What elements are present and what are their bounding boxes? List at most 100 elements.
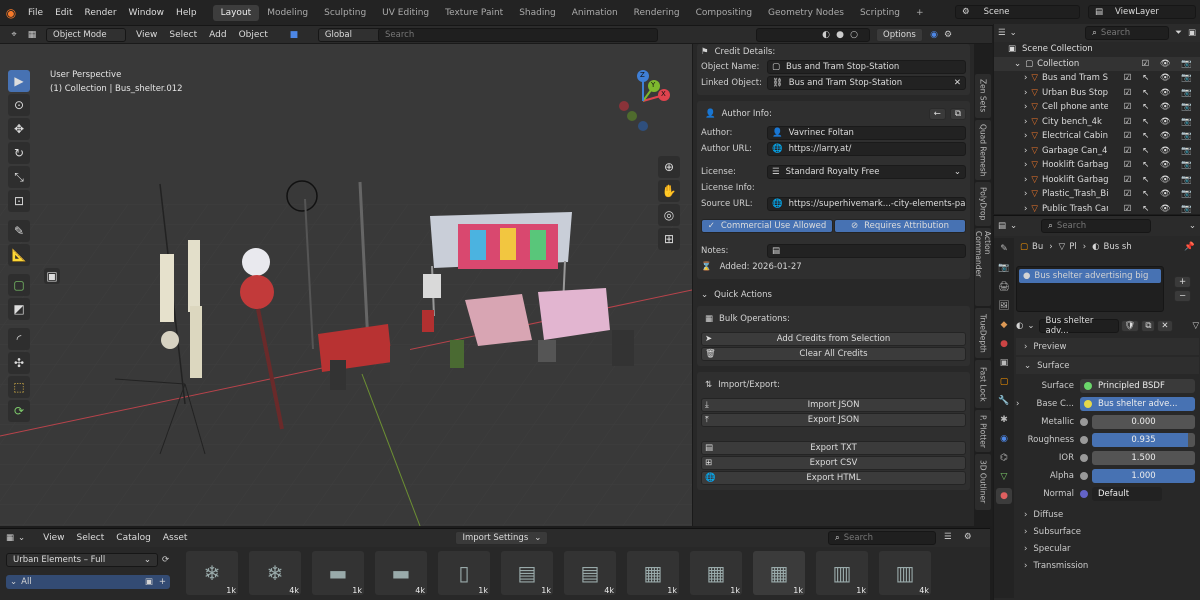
catalog-add-icon[interactable]: + (159, 577, 166, 587)
asset-thumbnail[interactable]: ▤ 1k (501, 551, 553, 595)
tab-layout[interactable]: Layout (212, 4, 260, 21)
tab-texture-paint[interactable]: Texture Paint (437, 5, 511, 21)
outliner-item[interactable]: › ▽ Hooklift Garbage ☑ ↖ 👁 📷 (994, 158, 1200, 173)
tab-shading[interactable]: Shading (511, 5, 564, 21)
rotate-tool-icon[interactable]: ↻ (8, 142, 30, 164)
camera-icon[interactable]: ◎ (658, 204, 680, 226)
attribution-toggle[interactable]: ⊘ Requires Attribution (834, 219, 966, 233)
visibility-icons[interactable]: ☑ ↖ 👁 📷 (1124, 88, 1196, 98)
extrude-tool-icon[interactable]: ◩ (8, 298, 30, 320)
collection-tab-icon[interactable]: ▣ (996, 355, 1012, 371)
asset-thumbnail[interactable]: ▬ 4k (375, 551, 427, 595)
fake-user-button[interactable]: 🛡 (1120, 320, 1140, 332)
visibility-icons[interactable]: ☑ ↖ 👁 📷 (1124, 102, 1196, 112)
vp-menu-object[interactable]: Object (233, 30, 274, 40)
alpha-slider[interactable]: 1.000 (1092, 469, 1195, 483)
gizmo-toggle-icon[interactable]: ⚙ (942, 29, 954, 41)
menu-window[interactable]: Window (123, 8, 171, 18)
asset-editor-icon[interactable]: ▦ (6, 533, 14, 543)
expand-chevron-icon[interactable]: › (1024, 131, 1027, 141)
commercial-use-toggle[interactable]: ✓ Commercial Use Allowed (701, 219, 833, 233)
measure-tool-icon[interactable]: 📐 (8, 244, 30, 266)
camera-small-icon[interactable]: ▣ (44, 268, 60, 284)
editor-type-icon[interactable]: ⌖ (8, 29, 20, 41)
ior-slider[interactable]: 1.500 (1092, 451, 1195, 465)
specular-panel-header[interactable]: › Specular (1016, 540, 1199, 557)
collection-row[interactable]: ⌄ ▢ Collection ☑ 👁 📷 (994, 56, 1200, 71)
tab-fast-lock[interactable]: Fast Lock (975, 360, 991, 408)
object-tab-icon[interactable]: ▢ (996, 374, 1012, 390)
cursor-tool-icon[interactable]: ⊙ (8, 94, 30, 116)
outliner-filter-icon[interactable]: ⌄ (1010, 28, 1017, 38)
asset-thumbnail[interactable]: ▥ 4k (879, 551, 931, 595)
import-json-button[interactable]: ⤓ Import JSON (701, 398, 966, 412)
outliner-new-collection-icon[interactable]: ▣ (1188, 28, 1196, 38)
visibility-icons[interactable]: ☑ ↖ 👁 📷 (1124, 204, 1196, 214)
export-txt-button[interactable]: ▤ Export TXT (701, 441, 966, 455)
outliner-item[interactable]: › ▽ Plastic_Trash_Bin ☑ ↖ 👁 📷 (994, 187, 1200, 202)
scene-field[interactable]: ⚙ Scene (955, 5, 1080, 19)
scene-collection-row[interactable]: ▣ Scene Collection (994, 42, 1200, 57)
linked-object-field[interactable]: ⛓ Bus and Tram Stop-Station ✕ (767, 75, 966, 90)
expand-chevron-icon[interactable]: › (1024, 160, 1027, 170)
outliner-item[interactable]: › ▽ Public Trash Can ☑ ↖ 👁 📷 (994, 202, 1200, 217)
clear-link-icon[interactable]: ✕ (954, 78, 961, 88)
material-slot-list[interactable]: ● Bus shelter advertising big (1016, 266, 1164, 312)
scale-tool-icon[interactable]: ⤡ (8, 166, 30, 188)
grid-perspective-icon[interactable]: ⊞ (658, 228, 680, 250)
menu-edit[interactable]: Edit (49, 8, 78, 18)
pin-icon[interactable]: 📌 (1184, 242, 1195, 252)
spin-tool-icon[interactable]: ✣ (8, 352, 30, 374)
select-tool-icon[interactable]: ▶ (8, 70, 30, 92)
vp-menu-view[interactable]: View (130, 30, 163, 40)
material-name-field[interactable]: Bus shelter adv... (1038, 316, 1119, 336)
tab-uv-editing[interactable]: UV Editing (374, 5, 437, 21)
vp-menu-add[interactable]: Add (203, 30, 232, 40)
visibility-icons[interactable]: ☑ ↖ 👁 📷 (1124, 175, 1196, 185)
tab-modeling[interactable]: Modeling (259, 5, 316, 21)
expand-chevron-icon[interactable]: › (1024, 189, 1027, 199)
outliner-item[interactable]: › ▽Urban Bus Stop v ☑ ↖ 👁 📷 (994, 86, 1200, 101)
author-copy-button[interactable]: ⧉ (949, 108, 966, 120)
shading-material-icon[interactable]: ● (834, 29, 846, 41)
export-csv-button[interactable]: ⊞ Export CSV (701, 456, 966, 470)
expand-chevron-icon[interactable]: › (1024, 88, 1027, 98)
asset-editor-chevron-icon[interactable]: ⌄ (18, 533, 25, 543)
properties-search-input[interactable]: ⌕ Search (1041, 219, 1152, 233)
expand-chevron-icon[interactable]: › (1024, 175, 1027, 185)
view-layer-tab-icon[interactable]: 🖼 (996, 298, 1012, 314)
add-workspace-button[interactable]: + (908, 5, 932, 21)
metallic-slider[interactable]: 0.000 (1092, 415, 1195, 429)
menu-help[interactable]: Help (170, 8, 203, 18)
asset-menu-view[interactable]: View (37, 533, 70, 543)
author-url-field[interactable]: 🌐 https://larry.at/ (767, 141, 966, 156)
tab-action-commander[interactable]: Action Commander (974, 228, 992, 306)
subsurface-panel-header[interactable]: › Subsurface (1016, 523, 1199, 540)
annotate-tool-icon[interactable]: ✎ (8, 220, 30, 242)
constraints-tab-icon[interactable]: ⌬ (996, 450, 1012, 466)
quick-actions-title[interactable]: Quick Actions (714, 290, 772, 300)
remove-slot-button[interactable]: − (1174, 290, 1192, 302)
visibility-icons[interactable]: ☑ ↖ 👁 📷 (1124, 73, 1196, 83)
diffuse-panel-header[interactable]: › Diffuse (1016, 506, 1199, 523)
render-tab-icon[interactable]: 📷 (996, 260, 1012, 276)
outliner-item[interactable]: › ▽Electrical Cabinet ☑ ↖ 👁 📷 (994, 129, 1200, 144)
select-box-icon[interactable]: ▦ (26, 29, 38, 41)
material-filter-icon[interactable]: ▽ (1192, 321, 1199, 331)
physics-tab-icon[interactable]: ◉ (996, 431, 1012, 447)
output-tab-icon[interactable]: 🖨 (996, 279, 1012, 295)
expand-chevron-icon[interactable]: › (1024, 117, 1027, 127)
add-credits-button[interactable]: ➤ Add Credits from Selection (701, 332, 966, 346)
asset-menu-select[interactable]: Select (71, 533, 111, 543)
3d-viewport[interactable]: User Perspective (1) Collection | Bus_sh… (0, 44, 692, 526)
menu-file[interactable]: File (22, 8, 49, 18)
outliner-funnel-icon[interactable]: ⏷ (1175, 28, 1182, 38)
notes-field[interactable]: ▤ (767, 243, 966, 258)
library-dropdown[interactable]: Urban Elements – Full ⌄ (6, 553, 158, 567)
asset-thumbnail[interactable]: ▬ 1k (312, 551, 364, 595)
outliner-item[interactable]: › ▽ City bench_4k ☑ ↖ 👁 📷 (994, 115, 1200, 130)
viewport-search-input[interactable]: Search (378, 28, 658, 42)
outliner-item[interactable]: › ▽ Garbage Can_4k ☑ ↖ 👁 📷 (994, 144, 1200, 159)
data-tab-icon[interactable]: ▽ (996, 469, 1012, 485)
view-toggle-icon[interactable]: ◉ (928, 29, 940, 41)
